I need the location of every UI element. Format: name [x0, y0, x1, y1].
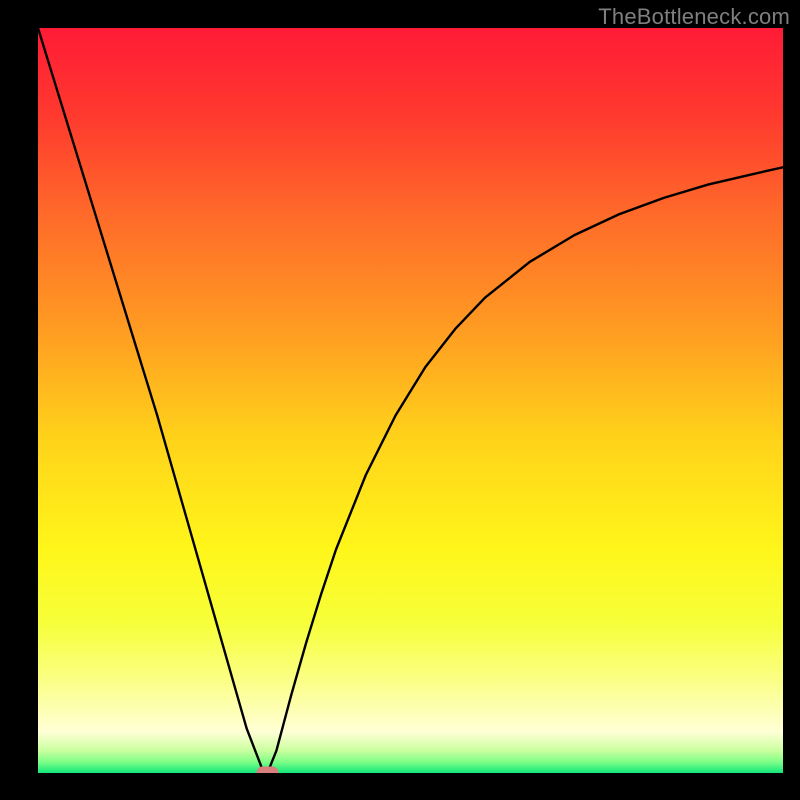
chart-frame: TheBottleneck.com	[0, 0, 800, 800]
plot-area	[38, 28, 783, 773]
optimal-marker	[256, 767, 278, 774]
bottleneck-chart	[38, 28, 783, 773]
watermark-text: TheBottleneck.com	[598, 4, 790, 30]
gradient-background	[38, 28, 783, 773]
